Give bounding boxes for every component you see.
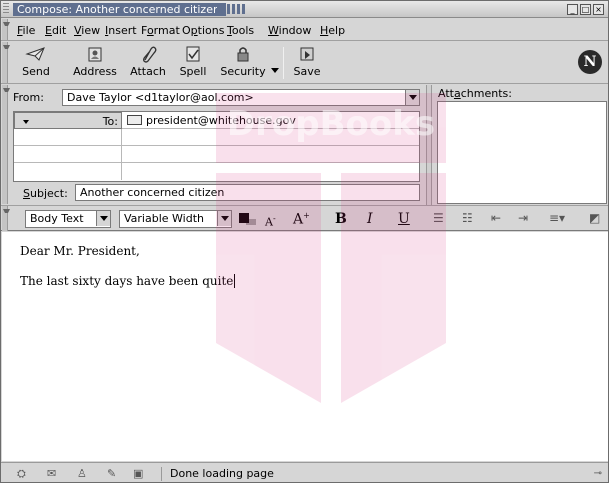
close-button[interactable]: × xyxy=(593,4,604,15)
address-book-icon[interactable]: ▣ xyxy=(133,467,143,480)
menu-options[interactable]: Options xyxy=(182,24,224,37)
from-label: From: xyxy=(13,91,44,104)
recipient-address: president@whitehouse.gov xyxy=(146,114,296,127)
recipient-type-cell[interactable] xyxy=(14,163,122,180)
security-label: Security xyxy=(220,65,266,78)
from-value: Dave Taylor <d1taylor@aol.com> xyxy=(67,91,254,104)
body-line: The last sixty days have been quite xyxy=(20,274,236,288)
title-grip xyxy=(3,3,9,15)
outdent-icon[interactable]: ⇤ xyxy=(491,211,501,225)
pane-splitter[interactable] xyxy=(426,85,432,205)
netscape-logo[interactable]: N xyxy=(578,50,602,74)
address-book-icon xyxy=(88,47,102,62)
insert-object-icon[interactable]: ◩ xyxy=(589,211,600,225)
editor-icon[interactable]: ✎ xyxy=(107,467,116,480)
toolbar-separator xyxy=(283,47,284,79)
window-controls: _ □ × xyxy=(567,4,604,15)
menubar-handle[interactable] xyxy=(2,19,10,40)
recipient-row[interactable] xyxy=(14,129,419,146)
toolbar-handle[interactable] xyxy=(2,42,10,83)
recipient-address-field[interactable]: president@whitehouse.gov xyxy=(127,114,296,127)
format-toolbar: Body Text Variable Width A- A+ B I U ☰ ☷… xyxy=(1,205,608,231)
menu-tools[interactable]: Tools xyxy=(227,24,254,37)
recipient-row[interactable] xyxy=(14,146,419,163)
paragraph-style-select[interactable]: Body Text xyxy=(25,210,111,228)
address-card-icon xyxy=(127,115,142,125)
spell-check-icon xyxy=(186,46,200,62)
spell-label: Spell xyxy=(179,65,207,78)
maximize-button[interactable]: □ xyxy=(580,4,591,15)
menu-view[interactable]: View xyxy=(74,24,100,37)
menu-help[interactable]: Help xyxy=(320,24,345,37)
format-toolbar-handle[interactable] xyxy=(2,206,10,231)
chevron-down-icon[interactable] xyxy=(405,90,419,105)
numbered-list-icon[interactable]: ☷ xyxy=(462,211,473,225)
address-button[interactable]: Address xyxy=(72,45,118,81)
spell-button[interactable]: Spell xyxy=(177,45,209,81)
menu-bar: File Edit View Insert Format Options Too… xyxy=(1,19,608,41)
recipient-list: To: president@whitehouse.gov xyxy=(13,111,420,182)
title-decoration xyxy=(217,4,247,14)
underline-button[interactable]: U xyxy=(398,211,410,227)
recipient-type-cell[interactable] xyxy=(14,146,122,163)
attachments-list[interactable] xyxy=(437,101,607,204)
menu-file[interactable]: File xyxy=(17,24,35,37)
recipient-type-select[interactable]: To: xyxy=(14,112,122,129)
attach-label: Attach xyxy=(130,65,166,78)
bold-button[interactable]: B xyxy=(335,211,347,227)
menu-window[interactable]: Window xyxy=(268,24,311,37)
save-button[interactable]: Save xyxy=(291,45,323,81)
italic-button[interactable]: I xyxy=(367,211,373,227)
title-bar[interactable]: Compose: Another concerned citizen _ □ × xyxy=(1,1,608,18)
larger-font-button[interactable]: A+ xyxy=(293,211,310,228)
navigator-icon[interactable]: ⛭ xyxy=(17,467,26,481)
chevron-down-icon[interactable] xyxy=(96,211,110,226)
save-label: Save xyxy=(293,65,321,78)
mail-icon[interactable]: ✉ xyxy=(47,467,56,480)
minimize-button[interactable]: _ xyxy=(567,4,578,15)
text-caret xyxy=(234,274,236,288)
connection-status-icon: ⊸ xyxy=(593,468,602,479)
menu-format[interactable]: Format xyxy=(141,24,180,37)
text-color-swatch[interactable] xyxy=(239,213,249,223)
attach-button[interactable]: Attach xyxy=(129,45,167,81)
recipient-type-label: To: xyxy=(102,115,118,128)
paperclip-icon xyxy=(143,46,157,63)
compose-window: Compose: Another concerned citizen _ □ ×… xyxy=(0,0,609,483)
recipient-type-cell[interactable] xyxy=(14,129,122,146)
chevron-down-icon[interactable] xyxy=(217,211,231,226)
security-button[interactable]: Security xyxy=(219,45,267,81)
subject-input[interactable]: Another concerned citizen xyxy=(75,184,420,201)
menu-edit[interactable]: Edit xyxy=(45,24,66,37)
lock-icon xyxy=(237,47,249,62)
chevron-down-icon xyxy=(23,120,29,124)
message-body-editor[interactable]: Dear Mr. President, The last sixty days … xyxy=(2,232,608,461)
body-line: Dear Mr. President, xyxy=(20,244,140,258)
recipient-row[interactable] xyxy=(14,163,419,180)
status-text: Done loading page xyxy=(161,467,274,481)
send-icon xyxy=(25,47,45,61)
composer-icon[interactable]: ♙ xyxy=(77,467,87,480)
smaller-font-button[interactable]: A- xyxy=(265,214,276,229)
from-select[interactable]: Dave Taylor <d1taylor@aol.com> xyxy=(62,89,420,106)
header-handle[interactable] xyxy=(2,85,10,204)
send-button[interactable]: Send xyxy=(19,45,53,81)
window-title: Compose: Another concerned citizen xyxy=(13,3,226,16)
send-label: Send xyxy=(22,65,50,78)
address-label: Address xyxy=(73,65,117,78)
recipient-row[interactable]: To: president@whitehouse.gov xyxy=(14,112,419,129)
indent-icon[interactable]: ⇥ xyxy=(518,211,528,225)
save-icon xyxy=(300,47,314,61)
status-bar: ⛭ ✉ ♙ ✎ ▣ Done loading page ⊸ xyxy=(1,462,608,482)
align-icon[interactable]: ≡▾ xyxy=(549,211,565,225)
bulleted-list-icon[interactable]: ☰ xyxy=(433,211,444,225)
security-dropdown-icon[interactable] xyxy=(271,68,279,73)
font-select[interactable]: Variable Width xyxy=(119,210,232,228)
attachments-label: Attachments: xyxy=(438,87,512,100)
menu-insert[interactable]: Insert xyxy=(105,24,137,37)
main-toolbar: Send Address Attach Spell Security Save … xyxy=(1,42,608,84)
subject-label: Subject: xyxy=(23,187,68,200)
